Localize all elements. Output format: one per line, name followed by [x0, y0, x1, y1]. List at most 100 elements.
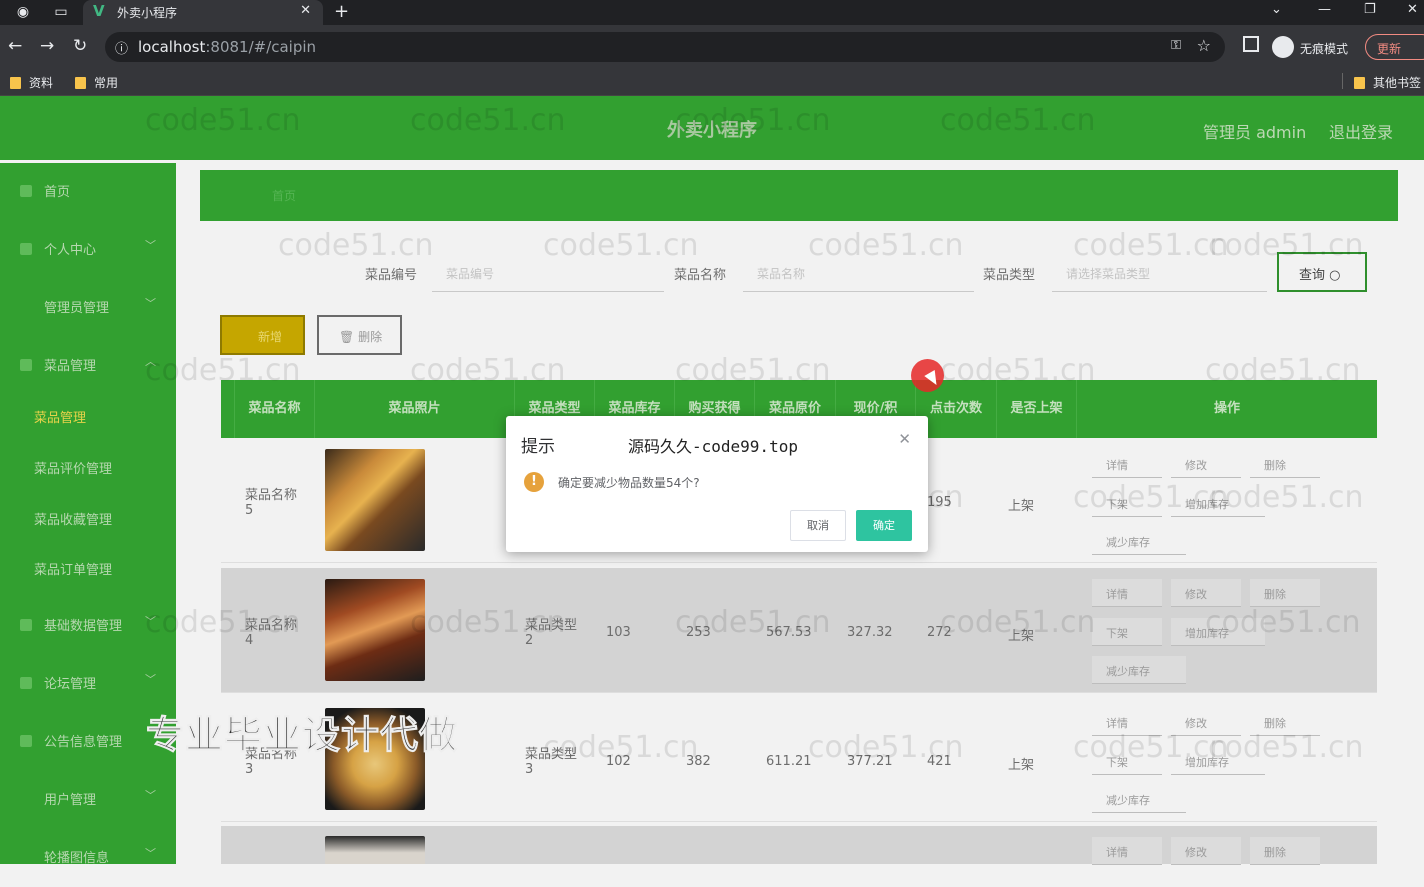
- dialog-message: 确定要减少物品数量54个?: [558, 476, 700, 490]
- delete-label: 删除: [358, 330, 383, 344]
- offshelf-button[interactable]: 下架: [1092, 618, 1162, 646]
- sidebar-item-label: 管理员管理: [44, 301, 110, 316]
- watermark-text: code51.cn: [410, 103, 566, 138]
- sidebar-item-label: 菜品管理: [34, 411, 87, 426]
- breadcrumb-home[interactable]: 首页: [272, 187, 296, 204]
- delete-button[interactable]: 删除: [1250, 450, 1320, 478]
- url-bar[interactable]: ⓘ localhost:8081/#/caipin ⚿ ☆: [105, 32, 1225, 62]
- forward-icon[interactable]: →: [40, 36, 54, 56]
- warning-icon: !: [524, 472, 544, 492]
- chevron-down-icon: ﹀: [145, 239, 156, 252]
- home-icon: [20, 185, 32, 197]
- sidebar-item-label: 论坛管理: [44, 677, 97, 692]
- tab-strip-icon[interactable]: ▭: [52, 3, 70, 21]
- reduce-stock-button[interactable]: 减少库存: [1092, 656, 1186, 684]
- side-panel-icon[interactable]: [1243, 36, 1259, 52]
- edit-button[interactable]: 修改: [1171, 837, 1241, 865]
- site-info-icon[interactable]: ⓘ: [115, 38, 128, 57]
- delete-button[interactable]: 删除: [1250, 579, 1320, 607]
- watermark-text: code51.cn: [675, 353, 831, 388]
- bookmark-folder-other[interactable]: 其他书签: [1354, 74, 1421, 91]
- folder-icon: [10, 77, 21, 89]
- folder-icon: [1354, 77, 1365, 89]
- watermark-text: code51.cn: [1208, 730, 1364, 765]
- add-button[interactable]: 新增: [220, 315, 305, 355]
- watermark-text: code51.cn: [1205, 353, 1361, 388]
- confirm-dialog: 提示 源码久久-code99.top ✕ ! 确定要减少物品数量54个? 取消 …: [506, 416, 928, 552]
- sidebar-item-label: 个人中心: [44, 243, 97, 258]
- watermark-text: code51.cn: [278, 228, 434, 263]
- sidebar-item-home[interactable]: 首页: [0, 163, 176, 221]
- bookmark-folder-changyong[interactable]: 常用: [75, 74, 118, 91]
- vue-logo-icon: V: [93, 2, 105, 20]
- sidebar-item-users[interactable]: 用户管理 ﹀: [0, 771, 176, 829]
- column-header: 菜品名称: [235, 380, 315, 438]
- bookmark-separator: [1342, 73, 1343, 89]
- minimize-icon[interactable]: —: [1318, 2, 1331, 17]
- watermark-text: code51.cn: [940, 353, 1096, 388]
- stock-cell: 103: [606, 625, 631, 640]
- sidebar-item-label: 公告信息管理: [44, 735, 123, 750]
- tab-search-icon[interactable]: ⌄: [1271, 2, 1282, 17]
- column-header: 菜品照片: [315, 380, 515, 438]
- edit-button[interactable]: 修改: [1171, 579, 1241, 607]
- dish-name-placeholder: 菜品名称: [757, 267, 806, 281]
- reduce-stock-button[interactable]: 减少库存: [1092, 527, 1186, 555]
- watermark-text: code51.cn: [675, 605, 831, 640]
- watermark-text: code51.cn: [1208, 228, 1364, 263]
- delete-button[interactable]: 删除: [1250, 837, 1320, 865]
- update-button[interactable]: 更新: [1365, 34, 1424, 60]
- sidebar-item-label: 菜品收藏管理: [34, 513, 113, 528]
- sidebar-item-profile[interactable]: 个人中心 ﹀: [0, 221, 176, 279]
- column-header: 是否上架: [997, 380, 1077, 438]
- address-toolbar: ← → ↻ ⓘ localhost:8081/#/caipin ⚿ ☆: [0, 25, 1424, 69]
- folder-icon: [75, 77, 86, 89]
- detail-button[interactable]: 详情: [1092, 579, 1162, 607]
- sidebar-item-label: 用户管理: [44, 793, 97, 808]
- restore-icon[interactable]: ❐: [1364, 2, 1376, 17]
- watermark-text: code51.cn: [1205, 605, 1361, 640]
- sidebar-item-carousel[interactable]: 轮播图信息 ﹀: [0, 829, 176, 887]
- back-icon[interactable]: ←: [8, 36, 22, 56]
- column-header: 操作: [1213, 401, 1240, 416]
- watermark-text: code51.cn: [940, 605, 1096, 640]
- new-tab-icon[interactable]: +: [334, 1, 349, 22]
- tab-close-icon[interactable]: ✕: [300, 3, 311, 18]
- sidebar-item-admin-manage[interactable]: 管理员管理 ﹀: [0, 279, 176, 337]
- sidebar-item-label: 轮播图信息: [44, 851, 110, 866]
- bookmark-star-icon[interactable]: ☆: [1197, 36, 1211, 55]
- incognito-icon[interactable]: [1272, 36, 1294, 58]
- dialog-title: 提示: [521, 437, 555, 457]
- data-icon: [20, 619, 32, 631]
- sidebar-item-dish-order[interactable]: 菜品订单管理: [0, 541, 176, 599]
- current-price-cell: 327.32: [847, 625, 893, 640]
- logout-link[interactable]: 退出登录: [1329, 119, 1393, 143]
- close-icon[interactable]: ✕: [898, 430, 911, 448]
- sidebar-item-label: 菜品管理: [44, 359, 97, 374]
- confirm-button[interactable]: 确定: [856, 510, 912, 541]
- reduce-stock-button[interactable]: 减少库存: [1092, 785, 1186, 813]
- checkbox-column: [221, 380, 235, 438]
- password-key-icon[interactable]: ⚿: [1171, 38, 1181, 53]
- sidebar-item-dish-review[interactable]: 菜品评价管理: [0, 440, 176, 498]
- reload-icon[interactable]: ↻: [73, 36, 87, 56]
- filter-name-label: 菜品名称: [674, 268, 727, 283]
- watermark-text: code51.cn: [808, 730, 964, 765]
- browser-tab[interactable]: V 外卖小程序 ✕: [83, 0, 323, 25]
- bookmark-folder-ziliao[interactable]: 资料: [10, 74, 53, 91]
- detail-button[interactable]: 详情: [1092, 450, 1162, 478]
- sidebar-item-label: 首页: [44, 185, 71, 200]
- globe-icon[interactable]: ◉: [14, 3, 32, 21]
- watermark-text: code51.cn: [410, 605, 566, 640]
- detail-button[interactable]: 详情: [1092, 837, 1162, 865]
- cancel-button[interactable]: 取消: [790, 510, 846, 541]
- window-close-icon[interactable]: ✕: [1407, 2, 1418, 17]
- user-icon: [20, 243, 32, 255]
- edit-button[interactable]: 修改: [1171, 450, 1241, 478]
- url-text[interactable]: localhost:8081/#/caipin: [138, 38, 316, 56]
- sidebar-item-label: 菜品订单管理: [34, 563, 113, 578]
- watermark-text: code51.cn: [1073, 730, 1229, 765]
- sidebar-item-dish-manage[interactable]: 菜品管理: [0, 389, 176, 447]
- batch-delete-button[interactable]: 🗑 删除: [317, 315, 402, 355]
- sidebar-item-label: 菜品评价管理: [34, 462, 113, 477]
